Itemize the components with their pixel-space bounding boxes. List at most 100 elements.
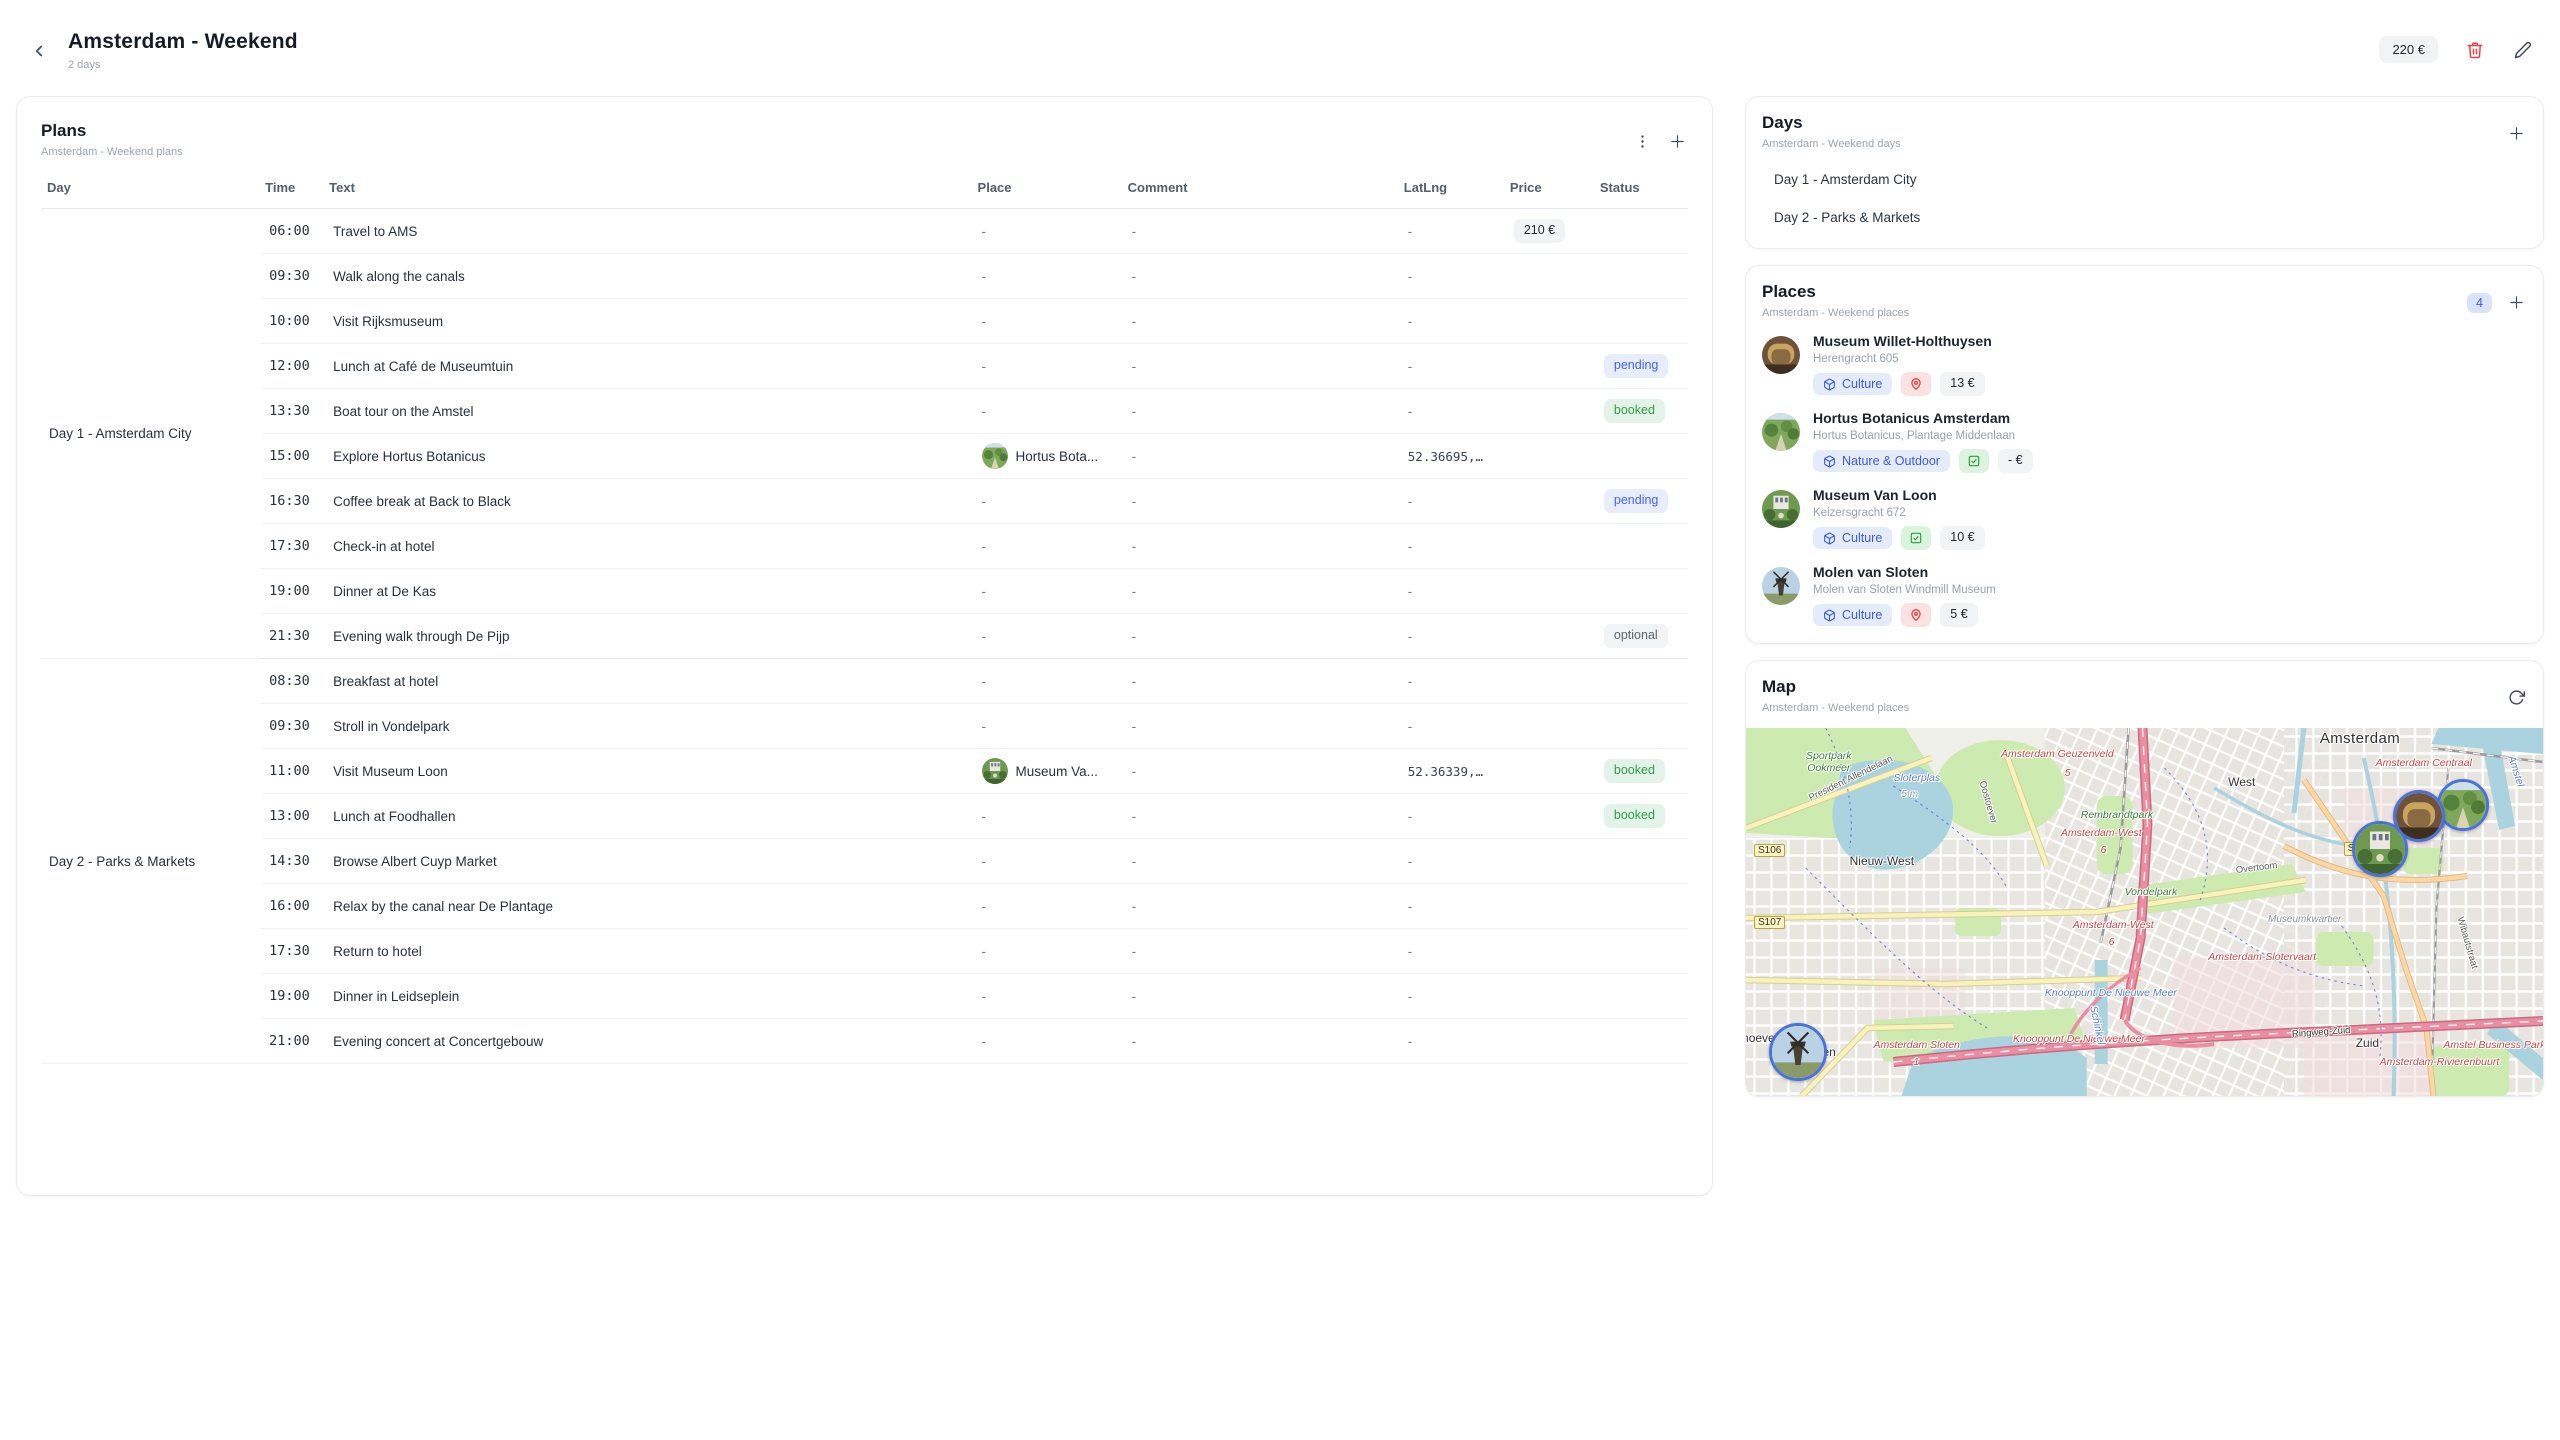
plan-row[interactable]: 14:30Browse Albert Cuyp Market---: [41, 839, 1688, 884]
plan-row[interactable]: 13:30Boat tour on the Amstel---booked: [41, 389, 1688, 434]
plan-place-empty: -: [982, 1034, 987, 1049]
plan-comment: -: [1124, 614, 1400, 659]
plan-latlng: -: [1400, 974, 1506, 1019]
map-marker[interactable]: [1769, 1023, 1827, 1081]
plan-comment: -: [1124, 1019, 1400, 1064]
plan-text: Evening walk through De Pijp: [325, 614, 973, 659]
plan-time: 19:00: [261, 569, 325, 614]
days-list: Day 1 - Amsterdam CityDay 2 - Parks & Ma…: [1762, 160, 2527, 236]
trash-icon: [2466, 41, 2484, 59]
plan-place: -: [974, 974, 1124, 1019]
plan-comment: -: [1124, 524, 1400, 569]
plan-text: Lunch at Café de Museumtuin: [325, 344, 973, 389]
plan-row[interactable]: 19:00Dinner in Leidseplein---: [41, 974, 1688, 1019]
plan-row[interactable]: Day 1 - Amsterdam City06:00Travel to AMS…: [41, 209, 1688, 254]
plans-column-header: LatLng: [1400, 174, 1506, 209]
days-title: Days: [1762, 113, 1901, 133]
plan-comment-value: -: [1132, 314, 1137, 329]
map-refresh-button[interactable]: [2506, 687, 2527, 708]
plan-status: pending: [1596, 344, 1688, 389]
plan-comment: -: [1124, 884, 1400, 929]
plan-comment: -: [1124, 209, 1400, 254]
plan-latlng-value: -: [1408, 1034, 1413, 1049]
plans-menu-button[interactable]: [1632, 131, 1653, 152]
places-subtitle: Amsterdam - Weekend places: [1762, 307, 1909, 319]
plan-comment: -: [1124, 929, 1400, 974]
delete-trip-button[interactable]: [2464, 39, 2486, 61]
plan-row[interactable]: 17:30Check-in at hotel---: [41, 524, 1688, 569]
plan-status-badge: booked: [1604, 804, 1665, 828]
plan-status: [1596, 704, 1688, 749]
days-subtitle: Amsterdam - Weekend days: [1762, 138, 1901, 150]
place-thumbnail: [1762, 567, 1800, 605]
edit-trip-button[interactable]: [2512, 39, 2534, 61]
map-label: Sportpark Ookmeer: [1798, 750, 1860, 774]
plan-latlng-value: -: [1408, 584, 1413, 599]
map-marker[interactable]: [2352, 821, 2408, 877]
pencil-icon: [2514, 41, 2532, 59]
place-list-item[interactable]: Museum Willet-HolthuysenHerengracht 605C…: [1762, 333, 2527, 396]
plan-place-empty: -: [982, 584, 987, 599]
back-button[interactable]: [26, 38, 52, 64]
plan-row[interactable]: 19:00Dinner at De Kas---: [41, 569, 1688, 614]
plan-status: [1596, 569, 1688, 614]
plan-text: Dinner in Leidseplein: [325, 974, 973, 1019]
plan-row[interactable]: 17:30Return to hotel---: [41, 929, 1688, 974]
plan-row[interactable]: 11:00Visit Museum LoonMuseum Va...-52.36…: [41, 749, 1688, 794]
plan-time: 19:00: [261, 974, 325, 1019]
plan-price: [1506, 704, 1596, 749]
place-category-badge: Nature & Outdoor: [1813, 450, 1950, 472]
plan-row[interactable]: Day 2 - Parks & Markets08:30Breakfast at…: [41, 659, 1688, 704]
plan-place: -: [974, 569, 1124, 614]
plan-status: [1596, 209, 1688, 254]
place-check-badge: [1959, 449, 1989, 473]
plan-price: [1506, 1019, 1596, 1064]
plan-row[interactable]: 12:00Lunch at Café de Museumtuin---pendi…: [41, 344, 1688, 389]
plan-comment-value: -: [1132, 494, 1137, 509]
plan-text: Breakfast at hotel: [325, 659, 973, 704]
add-plan-button[interactable]: [1667, 131, 1688, 152]
place-address: Hortus Botanicus, Plantage Middenlaan: [1813, 430, 2033, 442]
place-list-item[interactable]: Hortus Botanicus AmsterdamHortus Botanic…: [1762, 410, 2527, 473]
plan-status: [1596, 524, 1688, 569]
plus-icon: [2508, 125, 2525, 142]
plans-header: Plans Amsterdam - Weekend plans: [41, 121, 1688, 158]
plan-row[interactable]: 21:30Evening walk through De Pijp---opti…: [41, 614, 1688, 659]
place-list-item[interactable]: Museum Van LoonKeizersgracht 672Culture1…: [1762, 487, 2527, 550]
plans-subtitle: Amsterdam - Weekend plans: [41, 146, 183, 158]
plan-comment-value: -: [1132, 674, 1137, 689]
plan-row[interactable]: 21:00Evening concert at Concertgebouw---: [41, 1019, 1688, 1064]
plan-row[interactable]: 10:00Visit Rijksmuseum---: [41, 299, 1688, 344]
plan-latlng: -: [1400, 1019, 1506, 1064]
chevron-left-icon: [30, 42, 48, 60]
day-list-item[interactable]: Day 2 - Parks & Markets: [1762, 198, 2527, 236]
place-list-item[interactable]: Molen van SlotenMolen van Sloten Windmil…: [1762, 564, 2527, 627]
plan-place: -: [974, 884, 1124, 929]
add-day-button[interactable]: [2506, 123, 2527, 144]
plan-row[interactable]: 16:30Coffee break at Back to Black---pen…: [41, 479, 1688, 524]
map-label: S106: [1754, 844, 1785, 858]
plan-time: 06:00: [261, 209, 325, 254]
windmill-photo: [1772, 1026, 1824, 1078]
plan-text: Coffee break at Back to Black: [325, 479, 973, 524]
plan-place: -: [974, 299, 1124, 344]
plan-row[interactable]: 09:30Walk along the canals---: [41, 254, 1688, 299]
map-canvas[interactable]: AmsterdamAmsterdam CentraalSportpark Ook…: [1746, 728, 2543, 1096]
plan-time: 16:00: [261, 884, 325, 929]
plan-comment-value: -: [1132, 584, 1137, 599]
plan-row[interactable]: 13:00Lunch at Foodhallen---booked: [41, 794, 1688, 839]
plan-latlng-value: -: [1408, 269, 1413, 284]
day-list-item[interactable]: Day 1 - Amsterdam City: [1762, 160, 2527, 198]
plan-comment-value: -: [1132, 629, 1137, 644]
places-list: Museum Willet-HolthuysenHerengracht 605C…: [1762, 333, 2527, 627]
plan-comment: -: [1124, 299, 1400, 344]
plan-time: 10:00: [261, 299, 325, 344]
plan-row[interactable]: 09:30Stroll in Vondelpark---: [41, 704, 1688, 749]
add-place-button[interactable]: [2506, 292, 2527, 313]
plans-column-header: Text: [325, 174, 973, 209]
map-marker[interactable]: [2437, 779, 2489, 831]
map-label: West: [2228, 776, 2255, 790]
plan-time: 12:00: [261, 344, 325, 389]
plan-row[interactable]: 15:00Explore Hortus BotanicusHortus Bota…: [41, 434, 1688, 479]
plan-row[interactable]: 16:00Relax by the canal near De Plantage…: [41, 884, 1688, 929]
